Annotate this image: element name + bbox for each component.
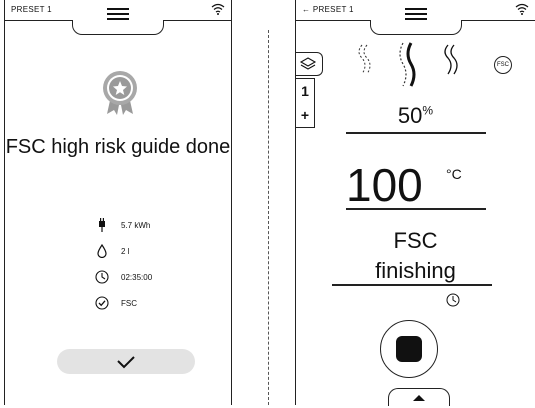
duration-stat: 02:35:00 (95, 264, 152, 290)
program-line (332, 284, 492, 286)
top-bar: ← PRESET 1 (296, 0, 535, 21)
program-title: FSC (393, 228, 438, 253)
confirm-button[interactable] (57, 349, 195, 374)
temperature-unit: °C (446, 166, 462, 182)
top-bar: PRESET 1 (5, 0, 231, 21)
award-icon (103, 71, 137, 115)
program-value: FSC (121, 298, 137, 308)
water-drop-icon (97, 244, 107, 258)
screen-divider (268, 30, 269, 405)
layers-button[interactable] (296, 52, 323, 76)
energy-value: 5.7 kWh (121, 220, 151, 230)
chevron-up-icon (413, 395, 425, 401)
left-screen: PRESET 1 FSC high risk guide done 5.7 kW… (4, 0, 232, 405)
steam-low-icon[interactable] (354, 40, 374, 80)
completion-title: FSC high risk guide done (5, 136, 231, 158)
level-value: 1 (301, 83, 309, 99)
duration-value: 02:35:00 (121, 272, 153, 282)
stop-button[interactable] (380, 320, 438, 378)
fsc-add-icon[interactable]: FSC (494, 56, 512, 74)
temperature-value[interactable]: 100 (346, 158, 423, 212)
preset-label: PRESET 1 (11, 5, 52, 14)
wifi-icon (211, 3, 225, 15)
fan-percentage[interactable]: 50% (296, 103, 535, 129)
water-stat: 2 l (95, 238, 152, 264)
checkmark-icon (117, 355, 135, 368)
program-stat: FSC (95, 290, 152, 316)
steam-level-selector (354, 40, 460, 90)
water-value: 2 l (121, 246, 130, 256)
menu-tab[interactable] (369, 20, 462, 35)
program-step: finishing (375, 258, 456, 283)
layers-icon (299, 57, 317, 70)
energy-stat: 5.7 kWh (95, 212, 152, 238)
clock-icon (95, 270, 109, 284)
plug-icon (99, 218, 105, 232)
timer-icon[interactable] (446, 293, 460, 307)
temperature-line (346, 208, 486, 210)
check-circle-icon (95, 296, 109, 310)
stats-list: 5.7 kWh 2 l 02:35:00 FSC (95, 212, 152, 316)
fan-slider-line[interactable] (346, 132, 486, 134)
program-name: FSC finishing (296, 226, 535, 286)
menu-tab[interactable] (72, 20, 164, 35)
right-screen: ← PRESET 1 1 + FSC 50% 100 °C FSC finish… (295, 0, 535, 406)
bottom-drawer-tab[interactable] (388, 388, 450, 406)
preset-label[interactable]: ← PRESET 1 (302, 5, 354, 14)
steam-medium-icon[interactable] (396, 40, 418, 90)
wifi-icon (515, 3, 529, 15)
stop-icon (396, 336, 422, 362)
steam-high-icon[interactable] (440, 40, 460, 80)
